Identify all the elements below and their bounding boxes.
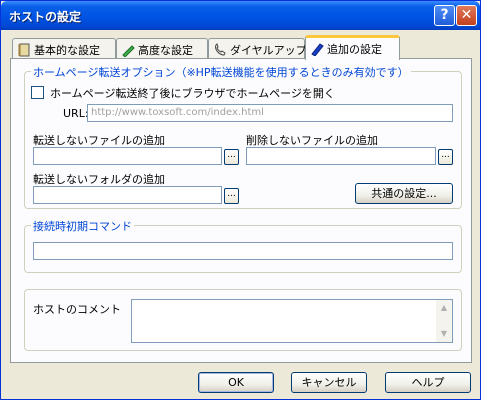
comment-label: ホストのコメント: [33, 303, 121, 316]
close-button[interactable]: ✕: [456, 5, 477, 26]
no-delete-file-label: 削除しないファイルの追加: [246, 134, 378, 147]
no-transfer-folder-label: 転送しないフォルダの追加: [33, 173, 165, 186]
title-bar[interactable]: ホストの設定 ? ✕: [1, 1, 480, 30]
tab-panel: ホームページ転送オプション（※HP転送機能を使用するときのみ有効です） ホームペ…: [10, 58, 472, 363]
init-command-input[interactable]: [33, 242, 453, 260]
hp-transfer-group: ホームページ転送オプション（※HP転送機能を使用するときのみ有効です） ホームペ…: [24, 64, 462, 209]
settings-dialog: ホストの設定 ? ✕ 基本的な設定 高度な設定 ダイヤルアップ 追加の設定 ホー…: [0, 0, 481, 400]
no-transfer-file-input[interactable]: [33, 147, 222, 165]
no-transfer-folder-input[interactable]: [33, 186, 222, 204]
cancel-button[interactable]: キャンセル: [291, 372, 367, 393]
comment-textarea[interactable]: ▲ ▼: [131, 299, 453, 343]
tab-basic[interactable]: 基本的な設定: [12, 38, 116, 58]
ok-button[interactable]: OK: [198, 372, 274, 393]
pen-icon: [122, 45, 135, 57]
url-label: URL:: [63, 107, 89, 120]
hp-transfer-group-label: ホームページ転送オプション（※HP転送機能を使用するときのみ有効です）: [31, 64, 411, 80]
no-transfer-folder-browse-button[interactable]: ...: [224, 188, 239, 204]
tab-advanced-label: 高度な設定: [138, 44, 193, 57]
no-delete-file-input[interactable]: [246, 147, 436, 165]
pencil-icon: [311, 43, 324, 56]
phone-icon: [215, 43, 226, 56]
init-command-group: 接続時初期コマンド: [24, 218, 462, 273]
tab-dialup-label: ダイヤルアップ: [230, 44, 307, 57]
scroll-up-icon[interactable]: ▲: [436, 300, 452, 316]
url-input[interactable]: http://www.toxsoft.com/index.html: [87, 104, 453, 122]
tab-additional[interactable]: 追加の設定: [305, 35, 400, 60]
help-button[interactable]: ヘルプ: [385, 372, 471, 393]
dialog-title: ホストの設定: [9, 10, 82, 24]
scroll-down-icon[interactable]: ▼: [436, 326, 452, 342]
book-icon: [18, 43, 30, 57]
tab-advanced[interactable]: 高度な設定: [116, 38, 208, 58]
comment-group: ホストのコメント ▲ ▼: [24, 289, 462, 351]
open-browser-checkbox[interactable]: [31, 86, 44, 99]
no-transfer-file-browse-button[interactable]: ...: [224, 149, 239, 165]
help-title-button[interactable]: ?: [434, 5, 455, 26]
tab-additional-label: 追加の設定: [327, 43, 382, 56]
no-delete-file-browse-button[interactable]: ...: [438, 149, 453, 165]
init-command-group-label: 接続時初期コマンド: [31, 218, 134, 234]
comment-scrollbar[interactable]: ▲ ▼: [436, 300, 452, 342]
tab-dialup[interactable]: ダイヤルアップ: [208, 38, 307, 58]
open-browser-label: ホームページ転送終了後にブラウザでホームページを開く: [50, 87, 335, 100]
tab-basic-label: 基本的な設定: [34, 44, 100, 57]
common-settings-button[interactable]: 共通の設定...: [355, 183, 453, 204]
no-transfer-file-label: 転送しないファイルの追加: [33, 134, 165, 147]
